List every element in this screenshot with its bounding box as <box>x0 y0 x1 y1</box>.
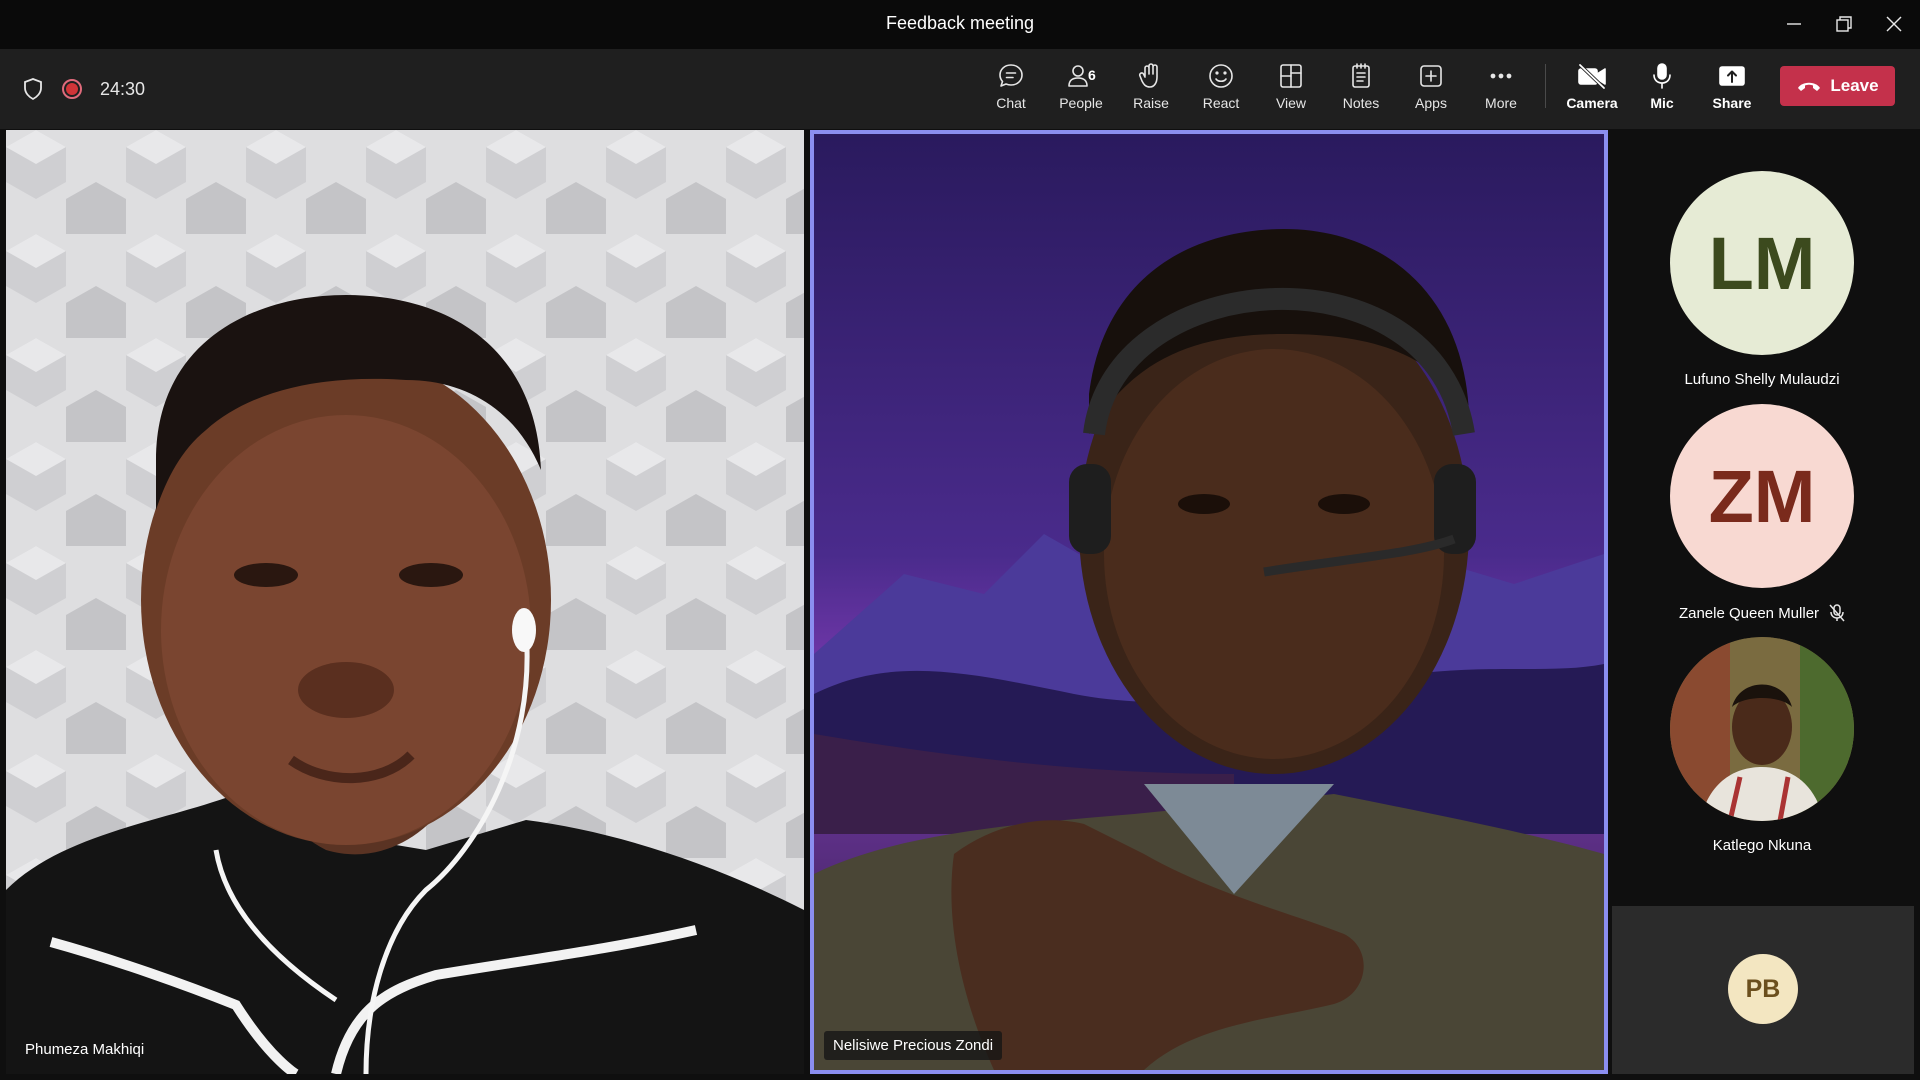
chat-button[interactable]: Chat <box>979 61 1043 117</box>
more-icon <box>1490 73 1512 79</box>
participant-name: Zanele Queen Muller <box>1612 604 1912 622</box>
participant-name: Katlego Nkuna <box>1612 837 1912 854</box>
microphone-icon <box>1653 63 1671 89</box>
chat-label: Chat <box>996 95 1026 111</box>
share-button[interactable]: Share <box>1700 61 1764 117</box>
avatar: ZM <box>1670 404 1854 588</box>
roster-participant[interactable]: Katlego Nkuna <box>1612 637 1912 854</box>
participant-name-label: Phumeza Makhiqi <box>16 1035 154 1064</box>
camera-label: Camera <box>1566 95 1618 111</box>
apps-button[interactable]: Apps <box>1399 61 1463 117</box>
meeting-toolbar: 24:30 Chat 6 People Raise React View Not… <box>0 49 1920 129</box>
minimize-icon <box>1787 23 1801 25</box>
roster-participant[interactable]: ZM Zanele Queen Muller <box>1612 404 1912 622</box>
roster-participant[interactable]: LM Lufuno Shelly Mulaudzi <box>1612 171 1912 388</box>
more-button[interactable]: More <box>1469 61 1533 117</box>
people-count-badge: 6 <box>1088 67 1096 83</box>
apps-icon <box>1420 65 1442 87</box>
avatar: PB <box>1728 954 1798 1024</box>
notes-label: Notes <box>1342 95 1380 111</box>
emoji-icon <box>1209 64 1233 88</box>
close-icon <box>1886 16 1902 32</box>
notes-button[interactable]: Notes <box>1329 61 1393 117</box>
participant-video-feed <box>814 134 1604 1070</box>
apps-label: Apps <box>1415 95 1447 111</box>
participant-name-text: Katlego Nkuna <box>1712 837 1812 854</box>
avatar: LM <box>1670 171 1854 355</box>
active-speaker-name-label: Nelisiwe Precious Zondi <box>824 1031 1003 1060</box>
raise-label: Raise <box>1133 95 1169 111</box>
restore-button[interactable] <box>1822 8 1866 40</box>
raise-hand-button[interactable]: Raise <box>1119 61 1183 117</box>
hang-up-phone-icon <box>1798 82 1821 91</box>
raise-hand-icon <box>1138 63 1158 88</box>
participant-name-text: Lufuno Shelly Mulaudzi <box>1684 371 1840 388</box>
shield-icon[interactable] <box>22 77 44 101</box>
mic-button[interactable]: Mic <box>1630 61 1694 117</box>
more-label: More <box>1485 95 1517 111</box>
recording-indicator <box>62 79 82 99</box>
view-layout-icon <box>1280 64 1302 88</box>
react-button[interactable]: React <box>1189 61 1253 117</box>
title-bar: Feedback meeting <box>0 0 1920 49</box>
camera-off-icon <box>1578 63 1606 90</box>
camera-button[interactable]: Camera <box>1560 61 1624 117</box>
leave-label: Leave <box>1830 76 1879 95</box>
overflow-participant-tile[interactable]: PB <box>1612 906 1914 1074</box>
react-label: React <box>1202 95 1240 111</box>
minimize-button[interactable] <box>1772 8 1816 40</box>
window-title: Feedback meeting <box>885 13 1035 33</box>
chat-icon <box>999 64 1023 87</box>
leave-button[interactable]: Leave <box>1780 66 1895 106</box>
share-label: Share <box>1712 95 1752 111</box>
mic-muted-icon <box>1829 604 1845 622</box>
toolbar-divider <box>1545 64 1546 108</box>
notes-icon <box>1352 63 1370 88</box>
share-screen-icon <box>1719 66 1745 86</box>
participant-video-feed <box>6 130 804 1074</box>
video-tile-participant-1[interactable]: Phumeza Makhiqi <box>6 130 804 1074</box>
participant-name: Lufuno Shelly Mulaudzi <box>1612 371 1912 388</box>
profile-photo <box>1670 637 1854 821</box>
participant-name-text: Zanele Queen Muller <box>1678 604 1820 622</box>
people-label: People <box>1059 95 1103 111</box>
close-button[interactable] <box>1872 8 1916 40</box>
view-label: View <box>1275 95 1307 111</box>
restore-icon <box>1836 16 1852 32</box>
avatar-photo <box>1670 637 1854 821</box>
video-tile-active-speaker[interactable]: Nelisiwe Precious Zondi <box>810 130 1608 1074</box>
meeting-timer: 24:30 <box>100 78 146 99</box>
view-button[interactable]: View <box>1259 61 1323 117</box>
mic-label: Mic <box>1650 95 1674 111</box>
people-button[interactable]: 6 People <box>1049 61 1113 117</box>
